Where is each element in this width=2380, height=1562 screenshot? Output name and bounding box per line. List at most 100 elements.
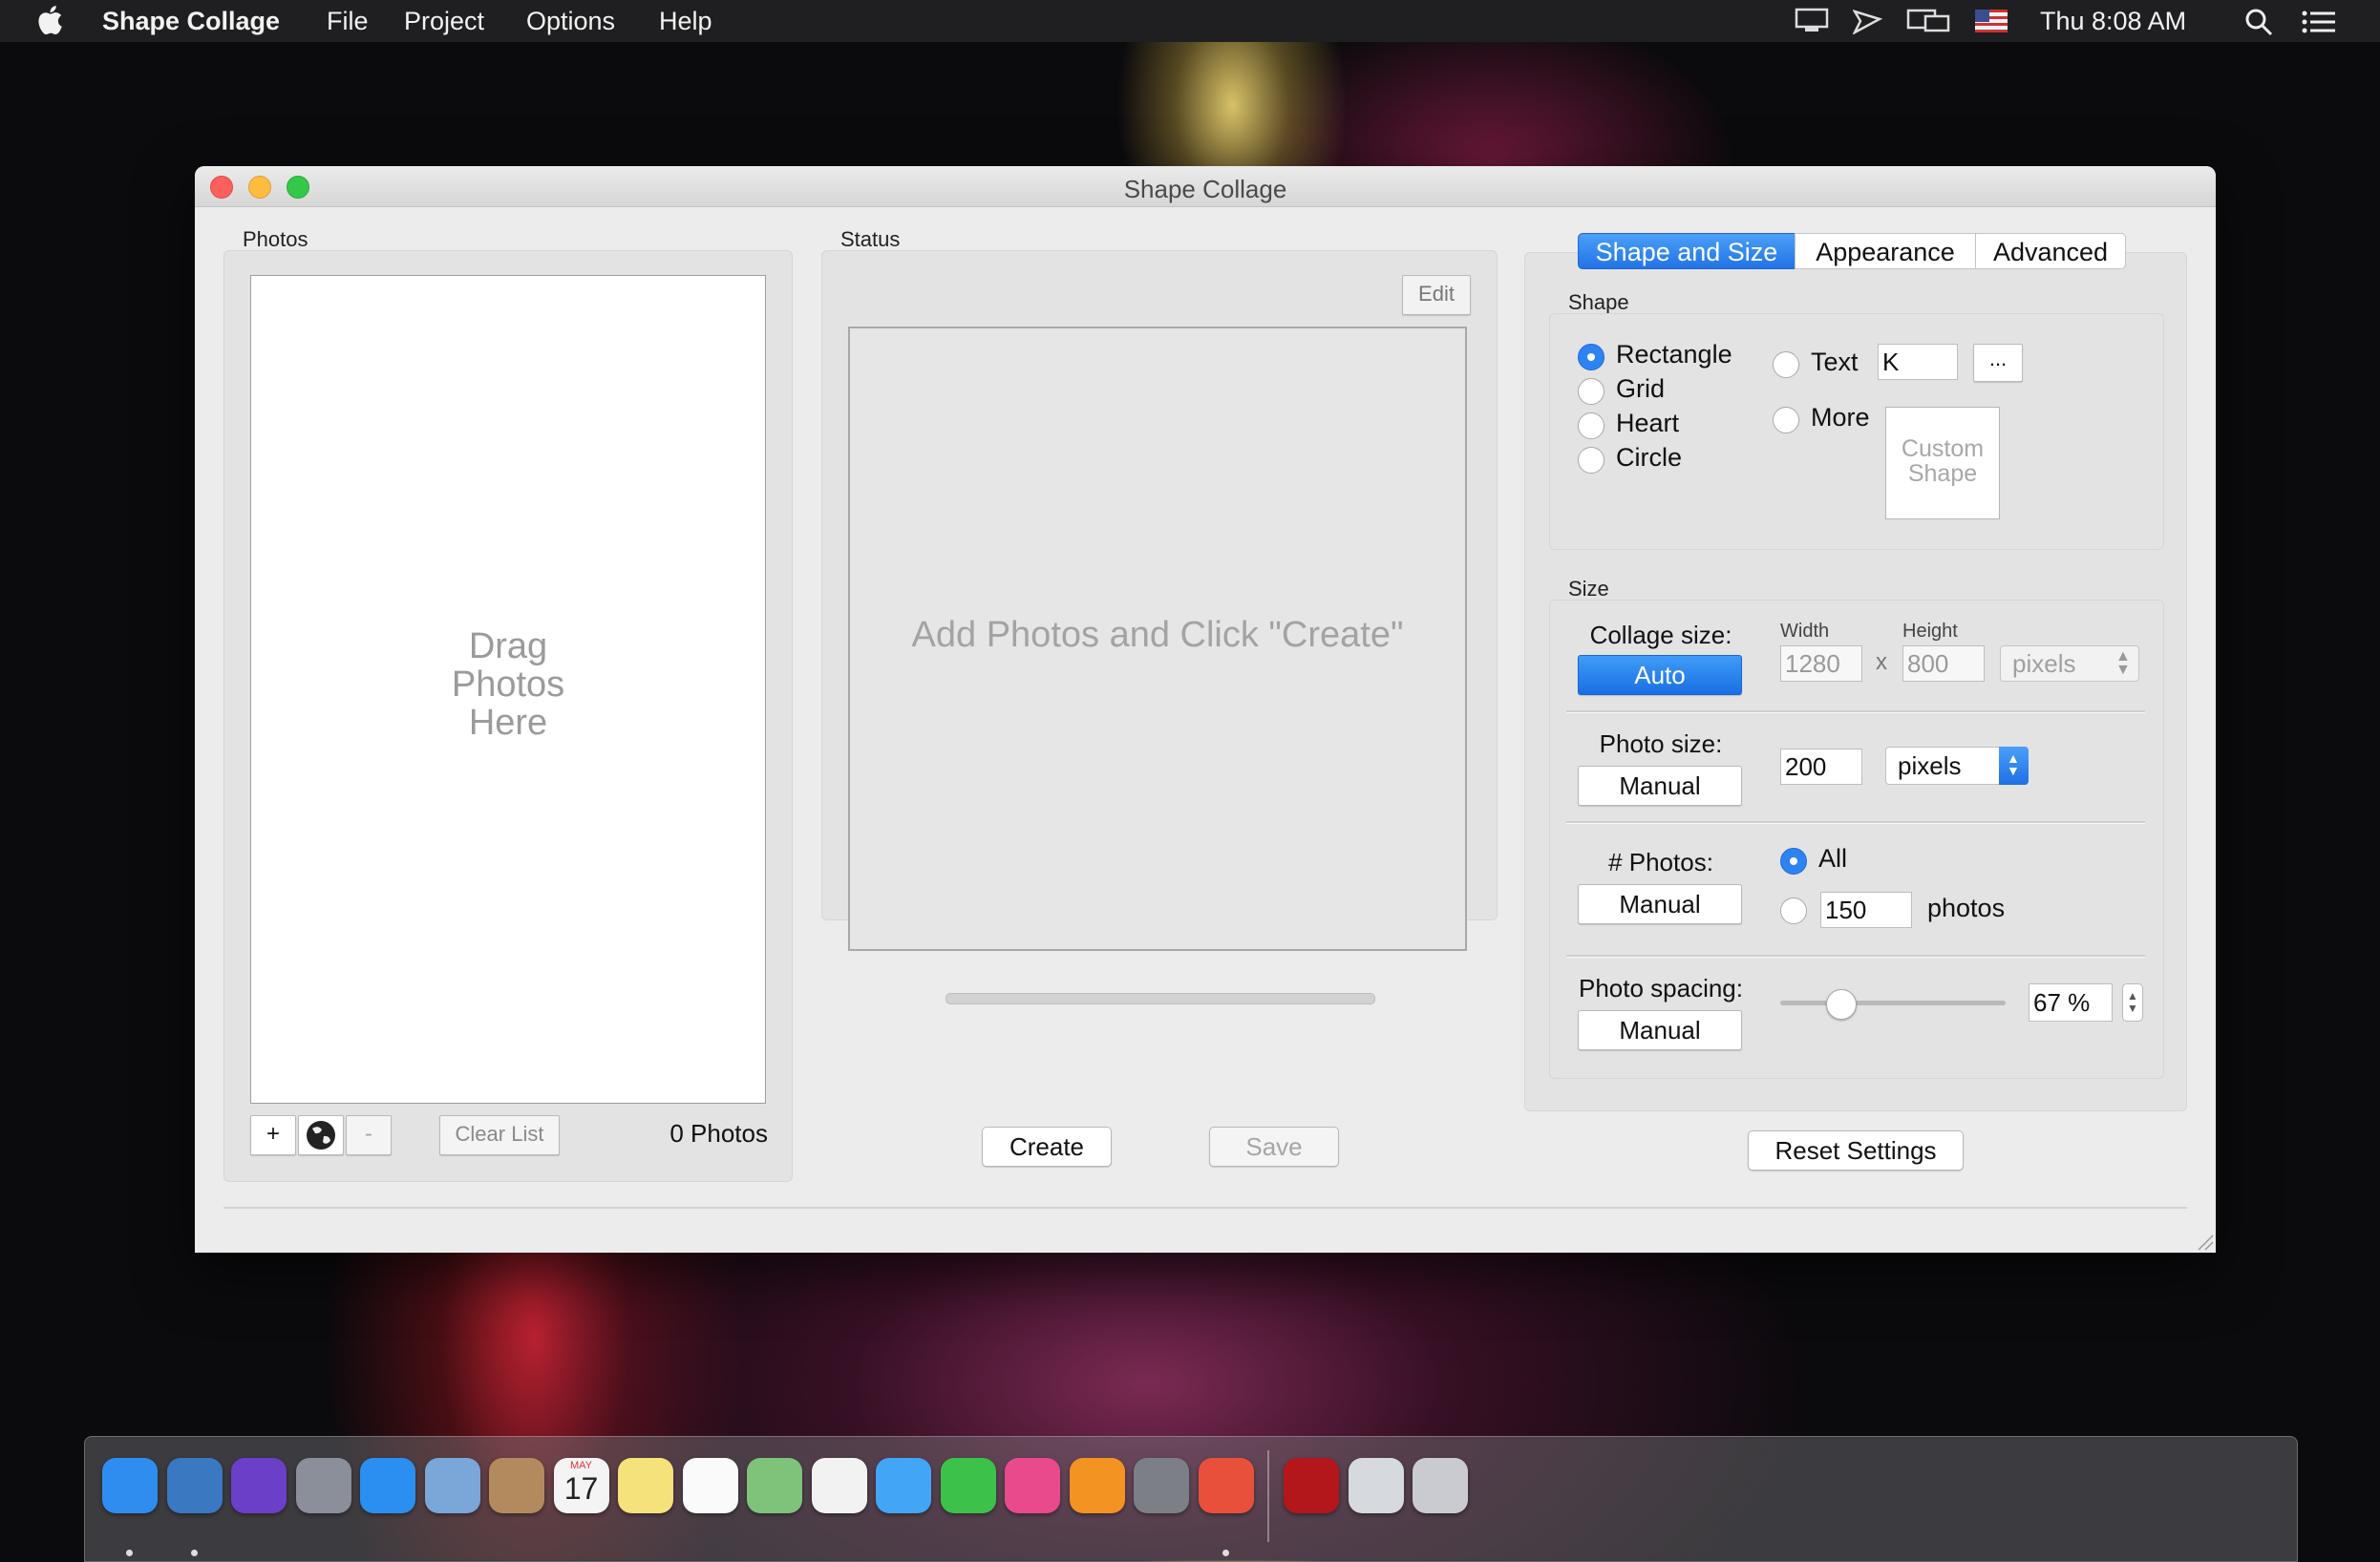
separator <box>1566 955 2145 958</box>
photo-count: 0 Photos <box>669 1119 768 1148</box>
clear-list-button[interactable]: Clear List <box>439 1115 560 1155</box>
collage-size-label: Collage size: <box>1589 621 1732 649</box>
size-group-label: Size <box>1568 577 1609 601</box>
facetime-icon[interactable] <box>940 1458 996 1513</box>
status-panel-label: Status <box>840 227 901 251</box>
menu-file[interactable]: File <box>327 6 369 36</box>
photo-size-label: Photo size: <box>1599 729 1723 758</box>
notes-icon[interactable] <box>618 1458 673 1513</box>
launchpad-icon[interactable] <box>295 1458 351 1513</box>
shape-text-input[interactable]: K <box>1878 344 1958 380</box>
create-button[interactable]: Create <box>982 1127 1112 1167</box>
title-bar[interactable]: Shape Collage <box>195 166 2216 207</box>
grid-label[interactable]: Grid <box>1616 374 1665 404</box>
photo-size-input[interactable]: 200 <box>1780 749 1862 785</box>
menu-help[interactable]: Help <box>659 6 712 36</box>
tab-appearance[interactable]: Appearance <box>1795 233 1976 269</box>
add-photos-button[interactable]: + <box>250 1115 296 1155</box>
spacing-stepper[interactable]: ▲ ▼ <box>2122 983 2143 1022</box>
radio-more[interactable] <box>1773 407 1799 433</box>
custom-shape-well[interactable]: Custom Shape <box>1885 407 2000 519</box>
stepper-arrows-icon: ▲ ▼ <box>2127 989 2138 1015</box>
acrobat-icon[interactable] <box>1284 1458 1339 1513</box>
rectangle-label[interactable]: Rectangle <box>1616 340 1732 369</box>
save-button[interactable]: Save <box>1209 1127 1339 1167</box>
network-radar-icon[interactable] <box>166 1458 223 1513</box>
trash-icon[interactable] <box>1413 1458 1468 1513</box>
menu-options[interactable]: Options <box>526 6 615 36</box>
display-status-icon[interactable] <box>1794 8 1830 34</box>
menubar-clock[interactable]: Thu 8:08 AM <box>2040 6 2186 36</box>
font-picker-button[interactable]: ... <box>1973 344 2023 382</box>
messages-icon[interactable] <box>876 1458 931 1513</box>
airplay-status-icon[interactable] <box>1853 8 1883 34</box>
preview-hint: Add Photos and Click "Create" <box>911 615 1404 655</box>
photo-spacing-label: Photo spacing: <box>1578 974 1743 1003</box>
times-sign: x <box>1876 649 1887 675</box>
menu-app-name[interactable]: Shape Collage <box>102 6 280 36</box>
radio-circle[interactable] <box>1578 447 1604 474</box>
finder-icon[interactable] <box>102 1458 158 1513</box>
running-indicator <box>190 1550 198 1556</box>
photo-count-manual-button[interactable]: Manual <box>1578 884 1742 924</box>
add-web-photos-button[interactable] <box>298 1115 344 1155</box>
menu-project[interactable]: Project <box>404 6 484 36</box>
text-label[interactable]: Text <box>1811 348 1859 377</box>
spotlight-search-icon[interactable] <box>2244 8 2273 36</box>
siri-icon[interactable] <box>231 1458 287 1513</box>
tab-shape-and-size[interactable]: Shape and Size <box>1578 233 1796 269</box>
contacts-icon[interactable] <box>489 1458 544 1513</box>
radio-all-photos[interactable] <box>1780 848 1807 875</box>
reset-settings-button[interactable]: Reset Settings <box>1748 1130 1964 1171</box>
remove-photo-button[interactable]: - <box>346 1115 392 1155</box>
edit-button[interactable]: Edit <box>1402 275 1471 315</box>
spacing-slider-knob[interactable] <box>1826 989 1858 1020</box>
collage-size-auto-button[interactable]: Auto <box>1578 655 1742 695</box>
input-source-flag-icon[interactable] <box>1975 10 2008 32</box>
itunes-icon[interactable] <box>1005 1458 1060 1513</box>
updown-chevron-icon: ▲ ▼ <box>2115 648 2131 678</box>
photo-size-unit-select[interactable]: pixels ▲ ▼ <box>1885 747 2029 785</box>
tab-advanced[interactable]: Advanced <box>1975 233 2126 269</box>
heart-label[interactable]: Heart <box>1616 409 1679 438</box>
radio-photo-count[interactable] <box>1780 897 1807 924</box>
maps-icon[interactable] <box>747 1458 802 1513</box>
calendar-day: 17 <box>563 1471 599 1506</box>
calendar-icon[interactable]: MAY 17 <box>553 1458 609 1513</box>
spacing-slider-track[interactable] <box>1780 1001 2006 1005</box>
separator <box>1566 821 2145 824</box>
screen-mirroring-icon[interactable] <box>1906 8 1952 34</box>
resize-grip-icon[interactable] <box>2195 1232 2214 1251</box>
radio-rectangle[interactable] <box>1578 344 1604 370</box>
more-label[interactable]: More <box>1811 403 1870 433</box>
collage-width-input[interactable]: 1280 <box>1780 645 1862 682</box>
preview-icon[interactable] <box>1348 1458 1404 1513</box>
height-label: Height <box>1902 621 1958 642</box>
radio-text[interactable] <box>1773 351 1799 378</box>
reminders-icon[interactable] <box>682 1458 738 1513</box>
mail-icon[interactable] <box>424 1458 480 1513</box>
dock: MAY 17 <box>84 1436 2298 1562</box>
circle-label[interactable]: Circle <box>1616 443 1682 473</box>
shape-collage-icon[interactable] <box>1198 1458 1254 1513</box>
photo-drop-list[interactable]: Drag Photos Here <box>250 275 766 1104</box>
safari-icon[interactable] <box>360 1458 415 1513</box>
menu-bar: Shape Collage File Project Options Help … <box>0 0 2380 42</box>
collage-height-input[interactable]: 800 <box>1902 645 1985 682</box>
radio-grid[interactable] <box>1578 378 1604 405</box>
select-stepper-icon: ▲ ▼ <box>1999 747 2029 785</box>
photos-icon[interactable] <box>811 1458 867 1513</box>
notification-center-icon[interactable] <box>2302 10 2336 34</box>
radio-heart[interactable] <box>1578 412 1604 439</box>
all-photos-label[interactable]: All <box>1818 844 1847 874</box>
photo-count-input[interactable]: 150 <box>1820 892 1912 928</box>
progress-bar <box>946 993 1375 1004</box>
collage-unit-select[interactable]: pixels ▲ ▼ <box>2000 645 2139 682</box>
photo-size-manual-button[interactable]: Manual <box>1578 766 1742 806</box>
spacing-value-input[interactable]: 67 % <box>2029 983 2113 1022</box>
dock-separator <box>1267 1450 1269 1542</box>
ibooks-icon[interactable] <box>1069 1458 1125 1513</box>
system-preferences-icon[interactable] <box>1134 1458 1189 1513</box>
photo-spacing-manual-button[interactable]: Manual <box>1578 1010 1742 1050</box>
apple-menu-icon[interactable] <box>36 4 63 36</box>
